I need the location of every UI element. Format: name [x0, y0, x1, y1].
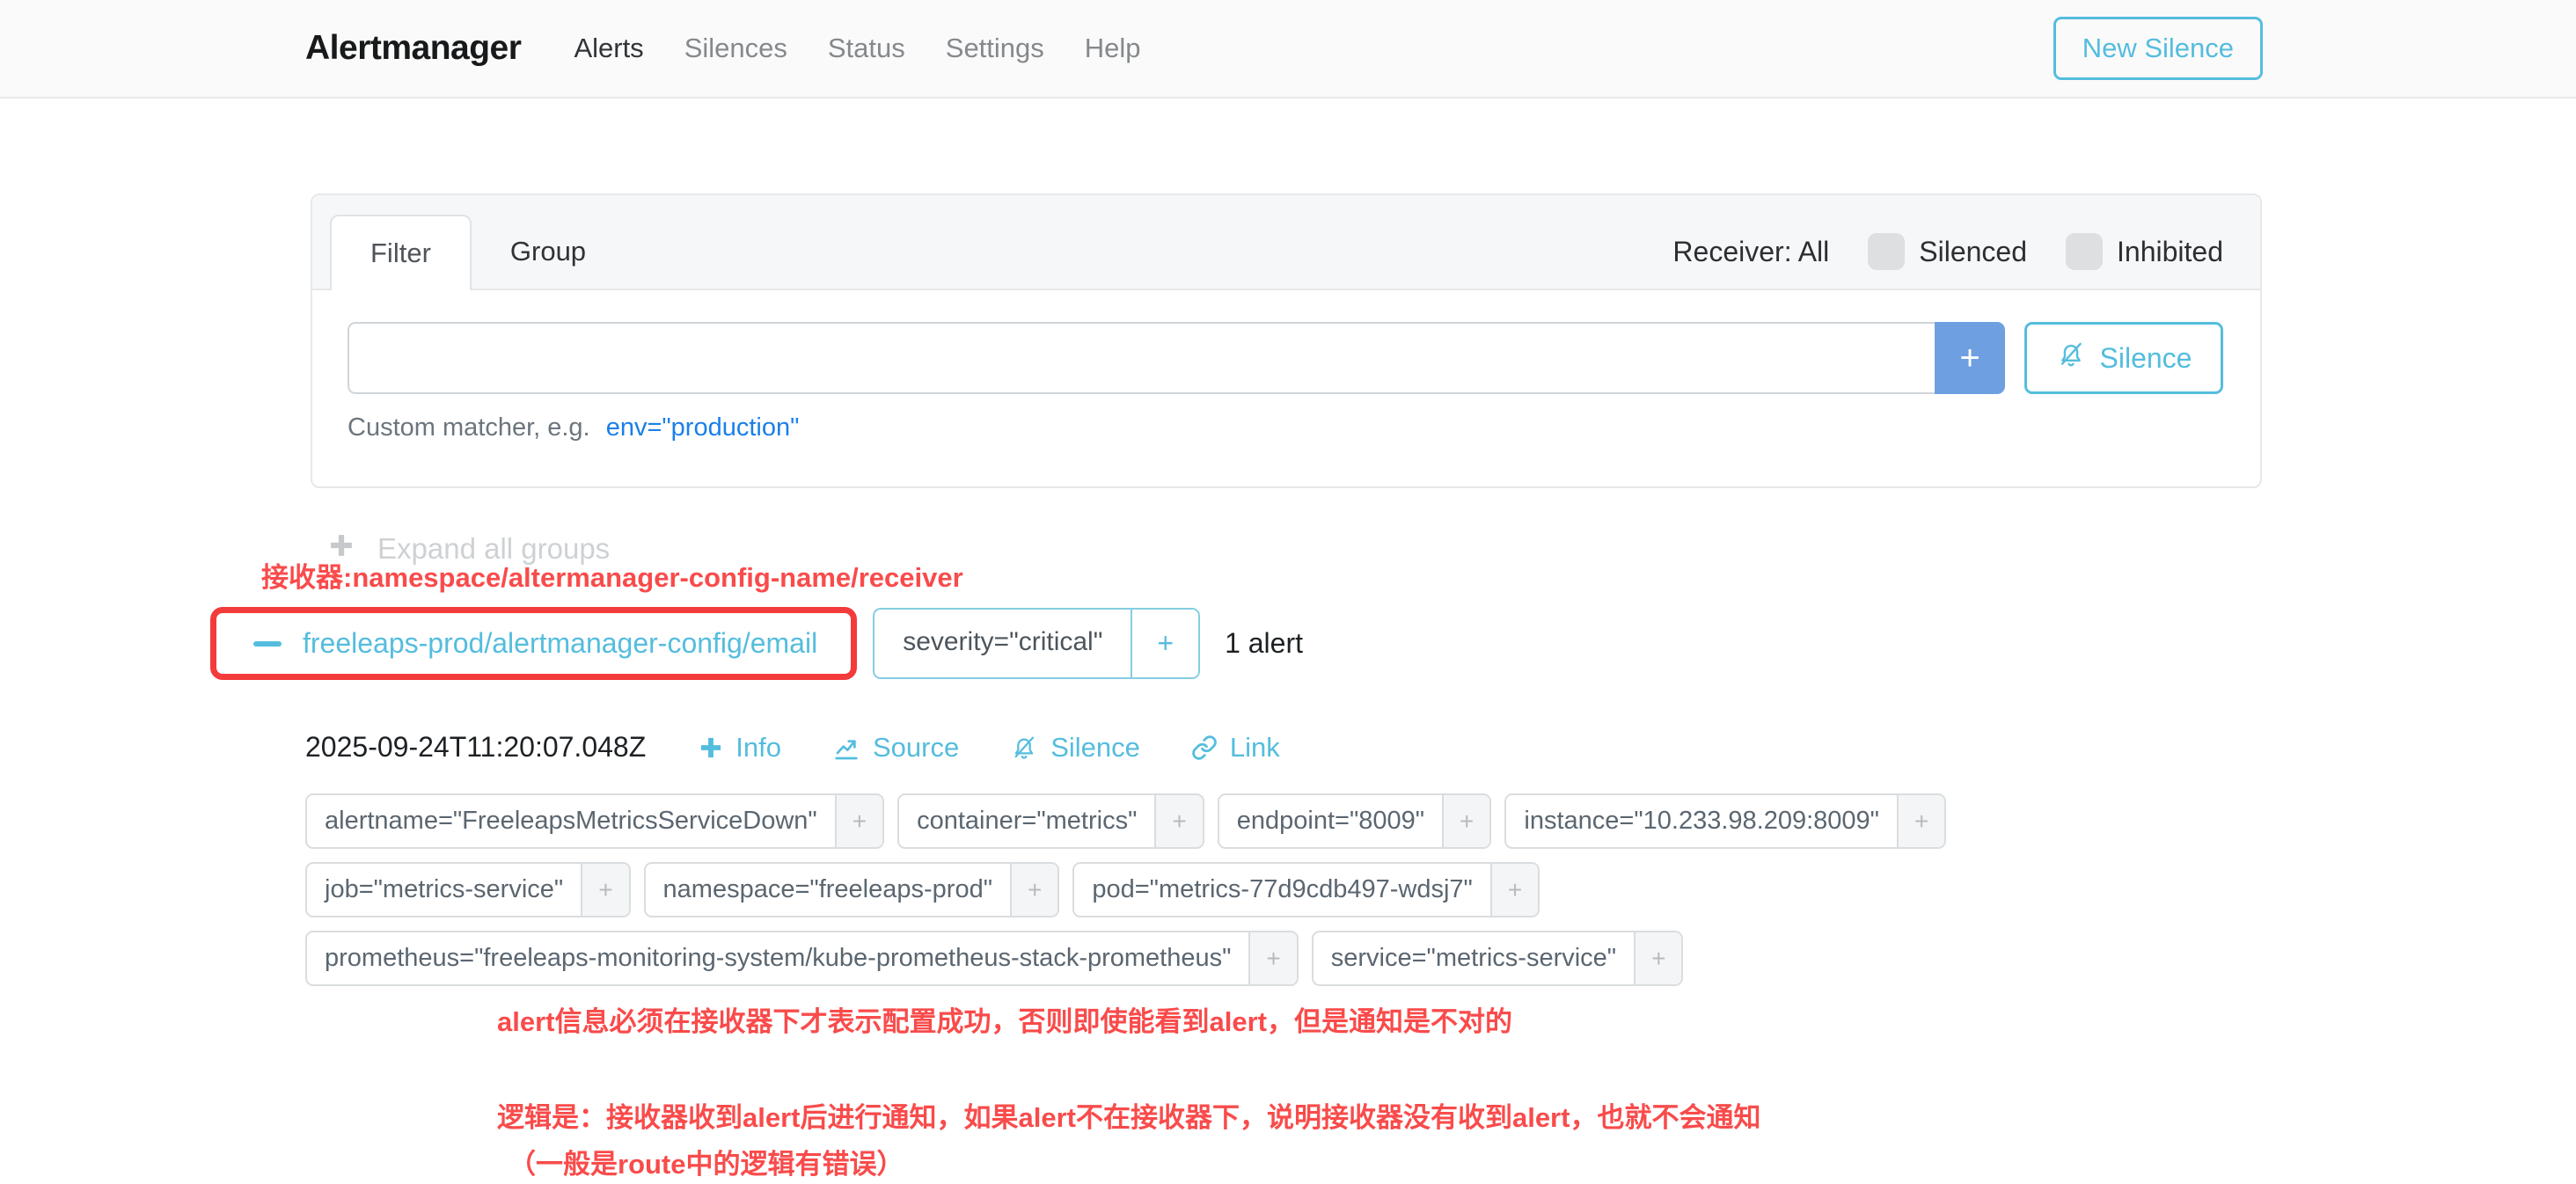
filter-options: Receiver: All Silenced Inhibited — [1672, 233, 2223, 270]
info-action[interactable]: Info — [699, 732, 781, 764]
collapse-minus-icon — [253, 641, 282, 647]
label-add-filter-button[interactable]: + — [1154, 795, 1202, 847]
nav-item-settings[interactable]: Settings — [946, 33, 1044, 64]
alert-group-row: freeleaps-prod/alertmanager-config/email… — [210, 607, 2576, 680]
add-matcher-button[interactable]: + — [1935, 322, 2005, 394]
silenced-checkbox[interactable] — [1868, 233, 1905, 270]
info-action-label: Info — [735, 732, 781, 764]
tab-filter[interactable]: Filter — [330, 215, 472, 290]
filter-card-header: Filter Group Receiver: All Silenced Inhi… — [312, 195, 2260, 290]
group-matcher: severity="critical" + — [873, 608, 1200, 679]
label-add-filter-button[interactable]: + — [1634, 932, 1681, 984]
annotation-line-1: alert信息必须在接收器下才表示配置成功，否则即使能看到alert，但是通知是… — [497, 999, 2576, 1039]
app-brand[interactable]: Alertmanager — [305, 29, 521, 68]
label-add-filter-button[interactable]: + — [1010, 864, 1057, 916]
inhibited-checkbox[interactable] — [2066, 233, 2103, 270]
filter-card: Filter Group Receiver: All Silenced Inhi… — [311, 194, 2262, 488]
navbar: Alertmanager Alerts Silences Status Sett… — [0, 0, 2576, 99]
source-action-label: Source — [873, 732, 959, 764]
matcher-hint: Custom matcher, e.g. env="production" — [348, 413, 2223, 442]
alert-count: 1 alert — [1225, 627, 1303, 660]
label-value: container="metrics" — [899, 795, 1154, 847]
label-add-filter-button[interactable]: + — [1442, 795, 1489, 847]
annotation-line-2: 逻辑是：接收器收到alert后进行通知，如果alert不在接收器下，说明接收器没… — [497, 1095, 2576, 1135]
label-pill-pod: pod="metrics-77d9cdb497-wdsj7" + — [1072, 862, 1540, 917]
label-add-filter-button[interactable]: + — [1248, 932, 1296, 984]
silenced-label: Silenced — [1919, 236, 2027, 268]
label-value: job="metrics-service" — [307, 864, 581, 916]
label-value: prometheus="freeleaps-monitoring-system/… — [307, 932, 1248, 984]
label-value: endpoint="8009" — [1219, 795, 1442, 847]
chart-icon — [832, 734, 860, 762]
silence-filter-button[interactable]: Silence — [2024, 322, 2223, 394]
label-row: job="metrics-service" + namespace="freel… — [305, 862, 2576, 917]
bell-slash-icon — [1010, 734, 1038, 762]
silence-action-label: Silence — [1050, 732, 1140, 764]
plus-icon — [699, 735, 723, 760]
label-pill-prometheus: prometheus="freeleaps-monitoring-system/… — [305, 931, 1299, 986]
group-matcher-plus-button[interactable]: + — [1131, 610, 1198, 677]
silence-button-label: Silence — [2100, 342, 2192, 375]
inhibited-toggle[interactable]: Inhibited — [2066, 233, 2223, 270]
source-action[interactable]: Source — [832, 732, 959, 764]
alert-timestamp: 2025-09-24T11:20:07.048Z — [305, 731, 646, 764]
label-value: namespace="freeleaps-prod" — [646, 864, 1010, 916]
nav-item-silences[interactable]: Silences — [684, 33, 787, 64]
label-add-filter-button[interactable]: + — [581, 864, 628, 916]
alert-labels: alertname="FreeleapsMetricsServiceDown" … — [305, 793, 2576, 986]
silenced-toggle[interactable]: Silenced — [1868, 233, 2027, 270]
label-row: alertname="FreeleapsMetricsServiceDown" … — [305, 793, 2576, 849]
alert-detail: 2025-09-24T11:20:07.048Z Info Source — [305, 731, 2576, 986]
tab-group[interactable]: Group — [472, 215, 625, 289]
hint-example-link[interactable]: env="production" — [606, 413, 800, 442]
link-action-label: Link — [1230, 732, 1280, 764]
label-add-filter-button[interactable]: + — [1897, 795, 1944, 847]
nav-item-status[interactable]: Status — [828, 33, 905, 64]
inhibited-label: Inhibited — [2117, 236, 2223, 268]
group-receiver-link[interactable]: freeleaps-prod/alertmanager-config/email — [303, 627, 817, 660]
label-pill-instance: instance="10.233.98.209:8009" + — [1504, 793, 1946, 849]
receiver-filter[interactable]: Receiver: All — [1672, 236, 1829, 268]
label-value: instance="10.233.98.209:8009" — [1506, 795, 1897, 847]
label-pill-job: job="metrics-service" + — [305, 862, 631, 917]
label-value: alertname="FreeleapsMetricsServiceDown" — [307, 795, 835, 847]
nav-item-help[interactable]: Help — [1085, 33, 1141, 64]
annotation-highlight-box: freeleaps-prod/alertmanager-config/email — [210, 607, 857, 680]
label-pill-service: service="metrics-service" + — [1312, 931, 1684, 986]
label-value: pod="metrics-77d9cdb497-wdsj7" — [1074, 864, 1489, 916]
label-pill-namespace: namespace="freeleaps-prod" + — [644, 862, 1060, 917]
label-pill-container: container="metrics" + — [897, 793, 1204, 849]
hint-text: Custom matcher, e.g. — [348, 413, 590, 442]
matcher-row: + Silence — [348, 322, 2223, 394]
nav-item-alerts[interactable]: Alerts — [574, 33, 643, 64]
label-add-filter-button[interactable]: + — [835, 795, 882, 847]
filter-card-body: + Silence Custom matcher, e.g. env="prod… — [312, 290, 2260, 486]
alert-header-row: 2025-09-24T11:20:07.048Z Info Source — [305, 731, 2576, 764]
silence-action[interactable]: Silence — [1010, 732, 1140, 764]
nav-links: Alerts Silences Status Settings Help — [574, 33, 1140, 64]
label-row: prometheus="freeleaps-monitoring-system/… — [305, 931, 2576, 986]
link-action[interactable]: Link — [1191, 732, 1280, 764]
group-matcher-label: severity="critical" — [875, 610, 1131, 677]
receiver-annotation: 接收器:namespace/altermanager-config-name/r… — [261, 555, 2576, 595]
new-silence-button[interactable]: New Silence — [2053, 17, 2263, 80]
label-pill-alertname: alertname="FreeleapsMetricsServiceDown" … — [305, 793, 884, 849]
annotation-line-3: （一般是route中的逻辑有错误） — [509, 1142, 2576, 1181]
bell-slash-icon — [2056, 340, 2086, 376]
label-pill-endpoint: endpoint="8009" + — [1218, 793, 1492, 849]
link-icon — [1191, 735, 1218, 761]
label-value: service="metrics-service" — [1314, 932, 1634, 984]
matcher-input[interactable] — [348, 322, 1935, 394]
label-add-filter-button[interactable]: + — [1490, 864, 1538, 916]
